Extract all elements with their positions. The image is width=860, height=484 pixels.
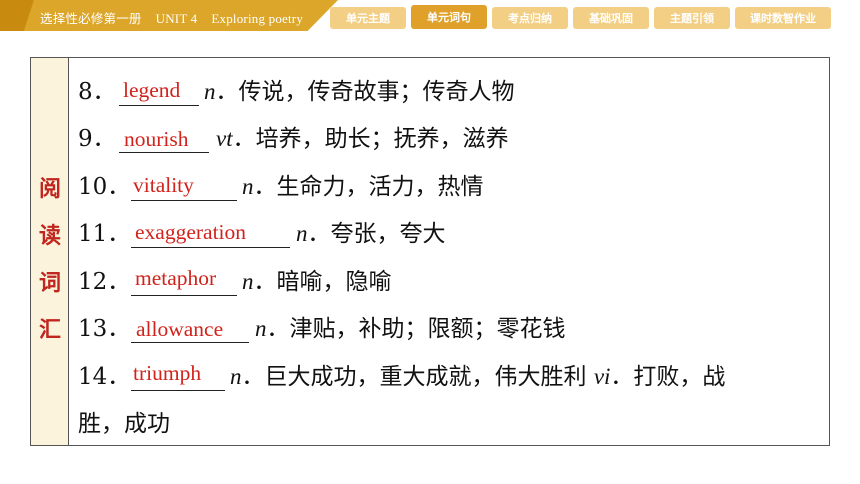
unit-number: UNIT 4 — [155, 11, 198, 26]
vocab-row: 10． vitality n．生命力，活力，热情 — [78, 165, 823, 213]
definition: n．暗喻，隐喻 — [242, 262, 392, 296]
top-bar: 选择性必修第一册 UNIT 4 Exploring poetry 单元主题 单元词句… — [0, 0, 860, 34]
meaning: ．津贴，补助；限额；零花钱 — [266, 316, 566, 342]
answer-word: allowance — [136, 317, 224, 341]
definition: n．生命力，活力，热情 — [242, 167, 484, 201]
answer-word: metaphor — [135, 265, 217, 290]
answer-word: exaggeration — [135, 220, 247, 244]
meaning-continuation: 胜，成功 — [78, 411, 170, 437]
part-of-speech: vt — [216, 126, 233, 151]
vocab-row: 9． nourish vt．培养，助长；抚养，滋养 — [78, 118, 823, 166]
part-of-speech: n — [242, 173, 254, 199]
vocab-row: 12． metaphor n．暗喻，隐喻 — [78, 260, 823, 308]
item-number: 13． — [78, 316, 131, 342]
meaning: ．传说，传奇故事；传奇人物 — [215, 78, 515, 105]
side-char: 词 — [38, 271, 61, 296]
side-column: 阅 读 词 汇 — [31, 58, 69, 445]
item-number: 14． — [78, 363, 131, 390]
part-of-speech: n — [296, 221, 308, 246]
answer-word: vitality — [133, 172, 194, 197]
vocab-list: 8． legend n．传说，传奇故事；传奇人物 9． nourish vt．培… — [78, 70, 823, 450]
unit-title: Exploring poetry — [211, 11, 304, 26]
part-of-speech: n — [204, 78, 216, 104]
side-char: 读 — [38, 224, 61, 249]
course-title: 选择性必修第一册 UNIT 4 Exploring poetry — [40, 8, 303, 27]
tab-unit-theme[interactable]: 单元主题 — [330, 7, 406, 29]
item-number: 12． — [78, 268, 131, 295]
banner-accent — [0, 0, 34, 31]
vocab-row: 11． exaggeration n．夸张，夸大 — [78, 213, 823, 261]
vocab-row-continuation: 胜，成功 — [78, 403, 823, 451]
definition: vt．培养，助长；抚养，滋养 — [216, 119, 509, 153]
part-of-speech: n — [255, 316, 267, 341]
book-title: 选择性必修第一册 — [40, 11, 142, 26]
meaning: ．暗喻，隐喻 — [253, 268, 392, 295]
item-number: 11． — [78, 221, 131, 247]
meaning: ．夸张，夸大 — [307, 221, 446, 247]
meaning: ．生命力，活力，热情 — [253, 173, 484, 200]
tab-unit-vocabulary[interactable]: 单元词句 — [411, 5, 487, 29]
tab-key-points[interactable]: 考点归纳 — [492, 7, 568, 29]
meaning: ．培养，助长；抚养，滋养 — [232, 126, 509, 152]
definition: n．津贴，补助；限额；零花钱 — [255, 309, 566, 343]
vocabulary-panel: 阅 读 词 汇 8． legend n．传说，传奇故事；传奇人物 9． nour… — [30, 57, 830, 446]
tab-theme-guide[interactable]: 主题引领 — [654, 7, 730, 29]
side-char: 汇 — [38, 318, 61, 343]
part-of-speech: vi — [593, 363, 611, 389]
answer-word: nourish — [124, 127, 189, 151]
definition: n．传说，传奇故事；传奇人物 — [204, 72, 515, 106]
item-number: 9． — [78, 126, 116, 152]
side-label-reading-vocab: 阅 读 词 汇 — [31, 166, 69, 354]
part-of-speech: n — [230, 363, 242, 389]
side-char: 阅 — [38, 177, 61, 202]
meaning: ．巨大成功，重大成就，伟大胜利 — [241, 363, 594, 390]
part-of-speech: n — [242, 268, 254, 294]
tab-homework[interactable]: 课时数智作业 — [735, 7, 831, 29]
answer-word: triumph — [133, 360, 202, 385]
item-number: 10． — [78, 173, 131, 200]
answer-word: legend — [123, 77, 181, 102]
meaning: ．打败，战 — [610, 363, 726, 390]
item-number: 8． — [78, 78, 116, 105]
vocab-row: 8． legend n．传说，传奇故事；传奇人物 — [78, 70, 823, 118]
vocab-row: 13． allowance n．津贴，补助；限额；零花钱 — [78, 308, 823, 356]
vocab-row: 14． triumph n．巨大成功，重大成就，伟大胜利 vi．打败，战 — [78, 355, 823, 403]
definition: n．巨大成功，重大成就，伟大胜利 vi．打败，战 — [230, 357, 725, 391]
tab-basic-practice[interactable]: 基础巩固 — [573, 7, 649, 29]
definition: n．夸张，夸大 — [296, 214, 446, 248]
